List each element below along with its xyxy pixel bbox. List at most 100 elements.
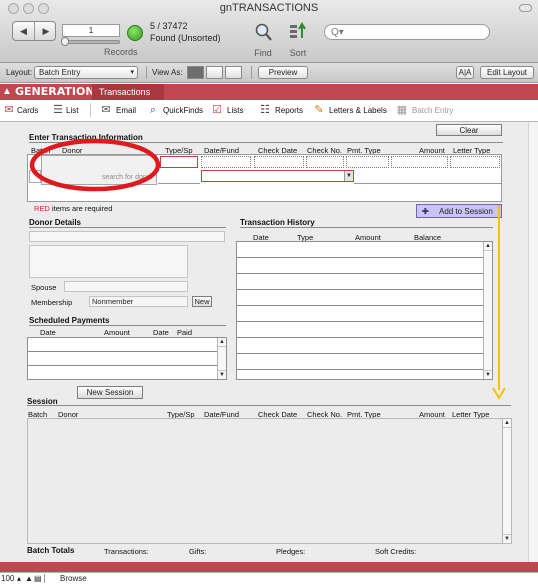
scroll-down-icon[interactable]: ▼ <box>218 370 226 379</box>
current-record-input[interactable]: 1 <box>62 24 120 37</box>
font-size-button[interactable]: A|A <box>456 66 474 79</box>
date-field[interactable] <box>201 156 251 168</box>
preview-button[interactable]: Preview <box>258 66 308 79</box>
module-reports[interactable]: Reports <box>275 106 303 115</box>
edit-layout-button[interactable]: Edit Layout <box>480 66 534 79</box>
records-label: Records <box>104 47 138 57</box>
new-membership-button[interactable]: New <box>192 296 212 307</box>
membership-label: Membership <box>31 298 73 307</box>
module-cards[interactable]: Cards <box>17 106 38 115</box>
record-navigation: ◀ ▶ <box>12 21 56 41</box>
window-scrollbar[interactable] <box>528 122 538 562</box>
fund-select[interactable]: ▼ <box>201 170 354 182</box>
chevron-down-icon: ▾ <box>130 69 134 76</box>
toggle-status-icon[interactable]: ▤ <box>34 574 42 583</box>
reports-icon: ☷ <box>260 104 270 116</box>
sched-col-date: Date <box>40 328 56 337</box>
layout-select[interactable]: Batch Entry ▾ <box>34 66 138 79</box>
mode-indicator[interactable]: Browse <box>60 574 87 583</box>
letter-type-field[interactable] <box>450 156 500 168</box>
cards-icon: ✉ <box>4 104 14 116</box>
divider <box>44 574 45 583</box>
window-title: gnTRANSACTIONS <box>219 2 319 14</box>
gifts-total-label: Gifts: <box>189 547 207 556</box>
transaction-history-list[interactable]: ▲ ▼ <box>236 241 493 380</box>
list-icon: ☰ <box>53 104 63 116</box>
zoom-in-icon[interactable]: ▲ <box>25 574 33 583</box>
status-bar: 100 ▴ ▲ ▤ Browse <box>0 572 538 584</box>
sched-col-date-2: Date <box>153 328 169 337</box>
divider <box>146 66 147 79</box>
found-set-pie-icon <box>127 25 143 41</box>
quick-find-search-field[interactable]: Q▾ <box>324 24 490 40</box>
session-scrollbar[interactable]: ▲ ▼ <box>502 419 511 543</box>
scroll-up-icon[interactable]: ▲ <box>503 419 511 428</box>
transaction-history-scrollbar[interactable]: ▲ ▼ <box>483 242 492 379</box>
scroll-up-icon[interactable]: ▲ <box>218 338 226 347</box>
view-as-list-icon[interactable] <box>206 66 223 79</box>
scheduled-payments-list[interactable]: ▲ ▼ <box>27 337 227 380</box>
record-count: 5 / 37472 <box>150 21 188 31</box>
zoom-out-icon[interactable]: ▴ <box>17 574 21 583</box>
module-letters-labels[interactable]: Letters & Labels <box>329 106 387 115</box>
add-to-session-button[interactable]: ✚ Add to Session <box>416 204 502 218</box>
tab-transactions-label: Transactions <box>99 87 151 97</box>
find-button[interactable]: Find <box>249 22 277 58</box>
check-no-field[interactable] <box>306 156 344 168</box>
view-as-table-icon[interactable] <box>225 66 242 79</box>
brand-bar: ▲ GENERATIONS Transactions <box>0 84 538 100</box>
module-list[interactable]: List <box>66 106 78 115</box>
sort-button[interactable]: Sort <box>284 22 312 58</box>
red-circle-annotation <box>29 138 161 192</box>
type-sp-field[interactable] <box>160 156 198 168</box>
generations-logo-icon: ▲ <box>2 86 12 97</box>
add-to-session-label: Add to Session <box>439 207 493 216</box>
pmt-type-field[interactable] <box>346 156 389 168</box>
donor-address-field <box>29 245 188 278</box>
view-as-form-icon[interactable] <box>187 66 204 79</box>
spouse-label: Spouse <box>31 283 57 292</box>
module-lists[interactable]: Lists <box>227 106 243 115</box>
record-slider-handle[interactable] <box>61 37 69 46</box>
divider <box>251 66 252 79</box>
module-quickfinds[interactable]: QuickFinds <box>163 106 203 115</box>
scroll-down-icon[interactable]: ▼ <box>484 370 492 379</box>
amount-field[interactable] <box>391 156 448 168</box>
scroll-down-icon[interactable]: ▼ <box>503 534 511 543</box>
list-row-divider <box>28 351 218 352</box>
session-list[interactable]: ▲ ▼ <box>27 418 512 544</box>
quickfinds-icon: ⌕ <box>149 104 157 116</box>
lists-icon: ☑ <box>212 104 222 116</box>
next-record-icon[interactable]: ▶ <box>35 22 57 40</box>
record-slider[interactable] <box>62 40 120 44</box>
sched-col-amount: Amount <box>104 328 130 337</box>
chevron-down-icon: ▼ <box>344 171 353 181</box>
module-batch-entry[interactable]: Batch Entry <box>412 106 453 115</box>
divider <box>29 227 226 228</box>
divider <box>29 325 226 326</box>
list-row-divider <box>237 289 484 290</box>
tab-transactions[interactable]: Transactions <box>92 84 164 100</box>
pledges-total-label: Pledges: <box>276 547 306 556</box>
window-toolbar: gnTRANSACTIONS ◀ ▶ 1 Records 5 / 37472 F… <box>0 0 538 63</box>
check-date-field[interactable] <box>254 156 304 168</box>
find-label: Find <box>254 48 272 58</box>
required-note: RED items are required <box>34 204 112 213</box>
scheduled-payments-title: Scheduled Payments <box>29 316 110 325</box>
scroll-up-icon[interactable]: ▲ <box>484 242 492 251</box>
new-session-button[interactable]: New Session <box>77 386 143 399</box>
donor-details-title: Donor Details <box>29 218 82 227</box>
list-row-divider <box>237 321 484 322</box>
toolbar-toggle-button[interactable] <box>519 4 532 12</box>
sort-icon <box>290 22 306 38</box>
module-email[interactable]: Email <box>116 106 136 115</box>
module-navigation: ✉ Cards ☰ List ✉ Email ⌕ QuickFinds ☑ Li… <box>0 100 538 122</box>
zoom-level[interactable]: 100 <box>1 574 14 583</box>
batch-entry-icon: ▦ <box>396 104 408 116</box>
scheduled-payments-scrollbar[interactable]: ▲ ▼ <box>217 338 226 379</box>
clear-button[interactable]: Clear <box>436 124 502 136</box>
previous-record-icon[interactable]: ◀ <box>13 22 35 40</box>
brand-name: GENERATIONS <box>15 85 103 98</box>
layout-label: Layout: <box>6 68 33 77</box>
list-row-divider <box>237 353 484 354</box>
